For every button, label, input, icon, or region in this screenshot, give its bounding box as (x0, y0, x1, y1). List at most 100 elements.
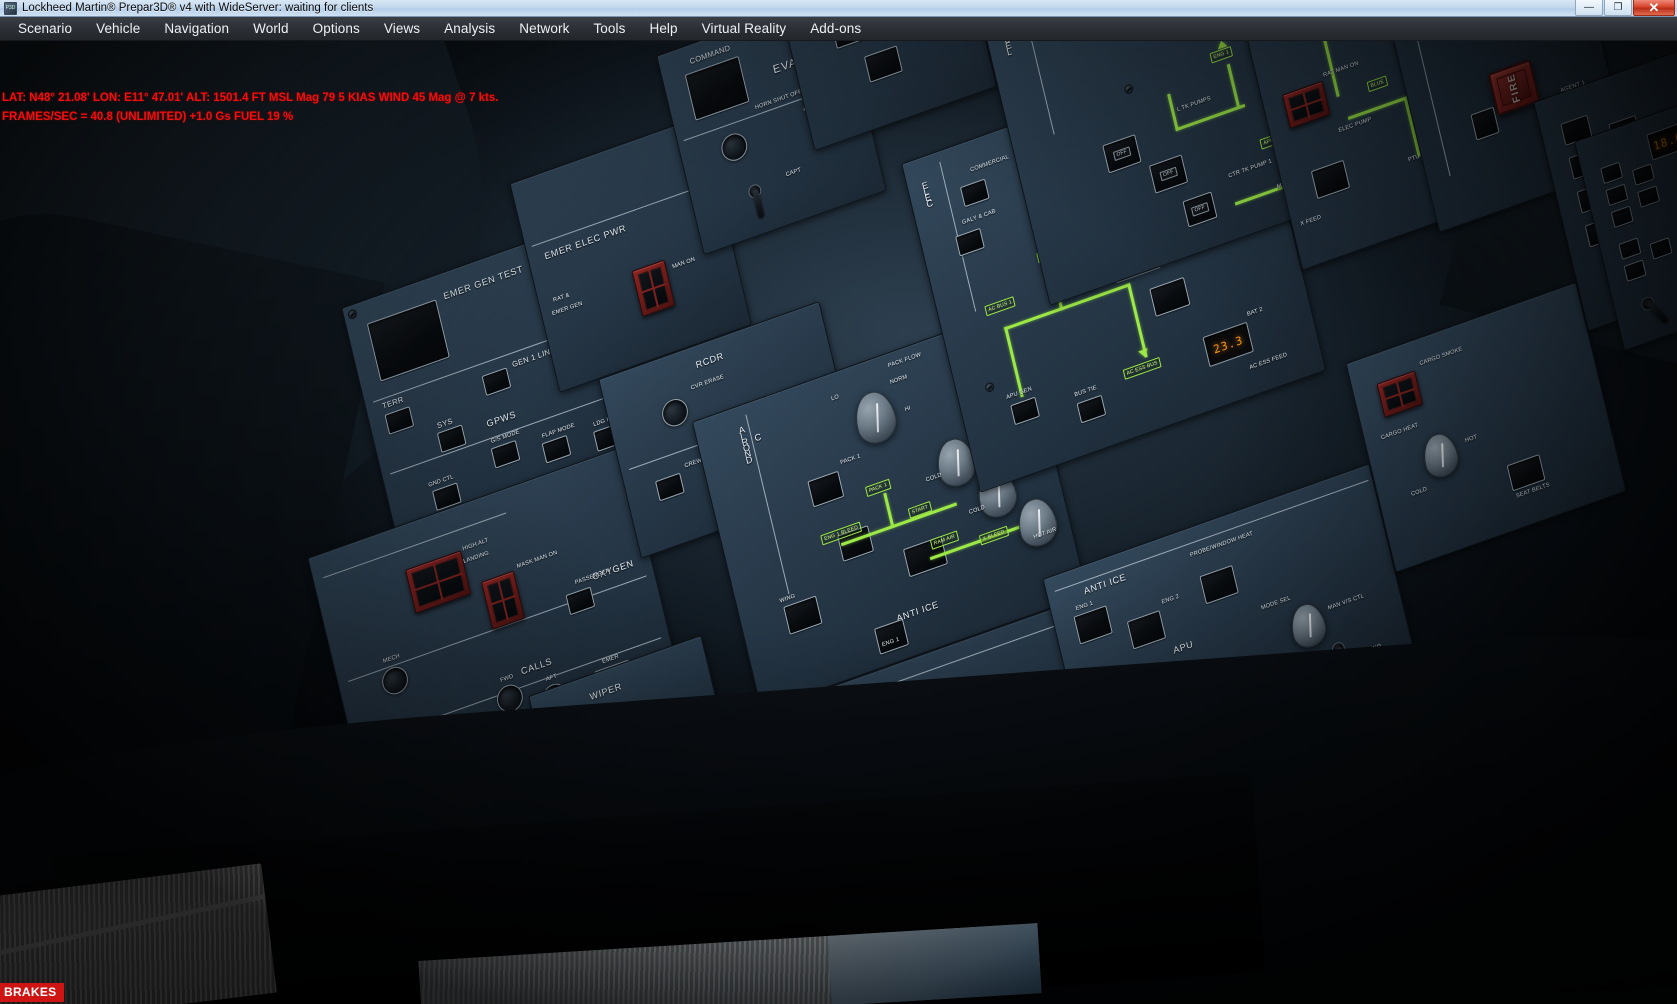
menu-analysis[interactable]: Analysis (432, 18, 507, 39)
brakes-indicator: BRAKES (0, 983, 65, 1002)
menu-network[interactable]: Network (507, 18, 581, 39)
bus-tie-button[interactable] (1076, 394, 1107, 424)
cargo-heat-knob[interactable] (1419, 428, 1462, 483)
antiice-eng2-lbl: ENG 2 (1161, 593, 1180, 606)
simulator-viewport[interactable]: EMER GEN TEST GEN 1 LINE TERR SYS GPWS G… (0, 41, 1677, 1004)
pack-flow-label: PACK FLOW (887, 351, 922, 370)
cvr-erase-label: CVR ERASE (690, 373, 725, 392)
emer-elec-pwr-label: EMER ELEC PWR (543, 222, 628, 262)
oxygen-passenger-button[interactable] (565, 586, 596, 616)
rat-man-on-guard[interactable] (631, 259, 676, 318)
window-titlebar: P3D Lockheed Martin® Prepar3D® v4 with W… (0, 0, 1677, 17)
apu-title: APU (1172, 638, 1195, 656)
man-vs-ctl-label: MAN V/S CTL (1327, 593, 1365, 612)
rmp-vor-button[interactable] (1623, 259, 1647, 283)
fuel-title: F U E L (1003, 41, 1014, 58)
cvr-erase-knob[interactable] (659, 395, 691, 431)
rat-man-on-hyd-guard[interactable] (1282, 80, 1331, 129)
calls-title: CALLS (520, 655, 554, 677)
anti-ice-eng2-btn[interactable] (1126, 610, 1167, 650)
rmp-vhf3-button[interactable] (1610, 205, 1634, 229)
eng2-fire-pushbutton[interactable]: FIRE (1487, 59, 1541, 116)
ac-ess-feed-label: AC ESS FEED (1248, 351, 1288, 372)
cargo-smoke-guard[interactable] (1376, 370, 1424, 418)
blue-pump-button[interactable] (1310, 159, 1351, 200)
rmp-hf1-button[interactable] (1631, 163, 1655, 187)
rmp-vhf1-button[interactable] (1600, 161, 1624, 185)
apu-gen-button[interactable] (1010, 396, 1041, 426)
menu-virtual-reality[interactable]: Virtual Reality (690, 18, 799, 39)
l-tk-pumps-label: L TK PUMPS (1176, 95, 1212, 114)
eng2-fire-label: FIRE (1505, 71, 1523, 104)
sec1-button[interactable] (830, 41, 870, 50)
eng1-anti-ice-button[interactable] (874, 618, 910, 655)
fwd-label: FWD (499, 673, 515, 685)
mimic-eng1: ENG 1 (1209, 46, 1234, 64)
sim-info-line1: LAT: N48° 21.08' LON: E11° 47.01' ALT: 1… (2, 92, 499, 104)
rmp-vhf2-button[interactable] (1605, 183, 1629, 207)
terr-button[interactable] (384, 406, 415, 435)
evac-command-button[interactable] (684, 55, 750, 121)
ctr-tk-pump1-label: CTR TK PUMP 1 (1227, 158, 1273, 180)
evac-horn-knob[interactable] (718, 129, 750, 165)
galy-cab-button[interactable] (955, 227, 985, 257)
eng2-agent1-button[interactable] (1470, 106, 1500, 141)
rcdr-title: RCDR (694, 350, 725, 371)
menu-world[interactable]: World (241, 18, 301, 39)
rmp-nav-button[interactable] (1618, 237, 1642, 261)
ctr-tk-pump1-button[interactable]: OFF (1182, 191, 1218, 228)
menu-views[interactable]: Views (372, 18, 432, 39)
mimic-ram-air: RAM AIR (929, 530, 960, 550)
window-controls: — ❐ ✕ (1574, 0, 1675, 16)
bat1-button[interactable] (1149, 276, 1191, 318)
rmp-active-freq-display: 18.000 (1646, 116, 1677, 161)
rmp-on-off-switch[interactable] (1639, 294, 1669, 325)
crew-supply-button[interactable] (654, 472, 685, 502)
menu-tools[interactable]: Tools (581, 18, 637, 39)
cargo-cold-label: COLD (1410, 486, 1428, 498)
aft-cabin-temp-knob[interactable] (1013, 493, 1062, 552)
gpws-section-label: GPWS (485, 408, 518, 430)
cockpit-cold-label: COLD (925, 472, 943, 484)
fac1-label: FAC 1 (903, 41, 920, 42)
mimic-blue: BLUE (1366, 75, 1389, 93)
gen1-line-button[interactable] (481, 367, 512, 397)
menu-help[interactable]: Help (637, 18, 689, 39)
menu-options[interactable]: Options (301, 18, 372, 39)
mimic-pack1: PACK 1 (865, 478, 892, 498)
high-alt-landing-guard[interactable] (404, 550, 472, 614)
pack-flow-hi-label: HI (904, 405, 912, 414)
galy-cab-label: GALY & CAB (961, 208, 997, 227)
l-tk-pump1-button[interactable]: OFF (1102, 134, 1142, 174)
l-tk-pump2-button[interactable]: OFF (1148, 154, 1189, 194)
rmp-ils-button[interactable] (1649, 237, 1673, 260)
commercial-button[interactable] (959, 178, 990, 208)
mimic-ac-ess-bus: AC ESS BUS (1122, 356, 1162, 380)
menu-vehicle[interactable]: Vehicle (84, 18, 152, 39)
bat2-label: BAT 2 (1246, 306, 1264, 318)
cabin-press-mode-label: MODE SEL (1260, 595, 1292, 612)
high-alt-landing-label: LANDING (462, 550, 490, 566)
aft-label: AFT (545, 673, 558, 684)
pack-flow-lo-label: LO (830, 393, 840, 403)
menu-navigation[interactable]: Navigation (152, 18, 241, 39)
mimic-ac-bus1: AC BUS 1 (984, 296, 1016, 317)
menu-add-ons[interactable]: Add-ons (798, 18, 873, 39)
panel-cargo-signs[interactable]: CARGO SMOKE CARGO HEAT HOT COLD SEAT BEL… (1345, 281, 1627, 573)
pack-flow-selector[interactable] (850, 385, 901, 450)
pack1-button[interactable] (807, 470, 845, 508)
minimize-button[interactable]: — (1575, 0, 1603, 16)
emer-gen-test-button[interactable] (366, 299, 450, 382)
fac1-button[interactable] (863, 45, 903, 83)
maximize-button[interactable]: ❐ (1604, 0, 1632, 16)
rmp-hf2-button[interactable] (1637, 185, 1661, 209)
capt-label: CAPT (785, 167, 802, 179)
menu-scenario[interactable]: Scenario (6, 18, 84, 39)
man-on-label: MAN ON (671, 256, 696, 271)
cargo-heat-label: CARGO HEAT (1380, 422, 1420, 442)
evac-capt-switch[interactable] (747, 182, 765, 219)
sim-info-line2: FRAMES/SEC = 40.8 (UNLIMITED) +1.0 Gs FU… (2, 111, 294, 123)
probe-window-heat-button[interactable] (1199, 564, 1239, 605)
close-button[interactable]: ✕ (1633, 0, 1675, 16)
ditching-knob[interactable] (1286, 598, 1330, 653)
